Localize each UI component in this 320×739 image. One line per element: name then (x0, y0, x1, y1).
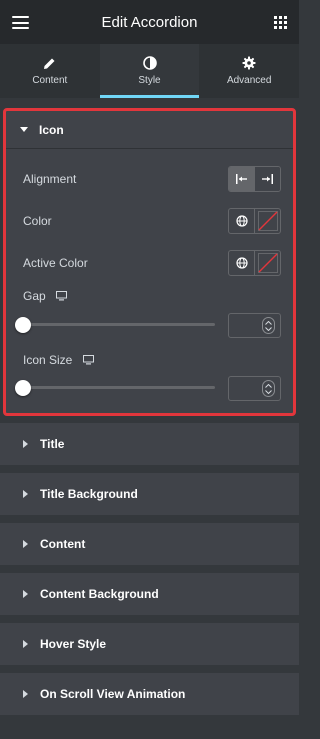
global-colors-button[interactable] (229, 251, 255, 275)
color-label: Color (23, 214, 52, 228)
align-right-button[interactable] (254, 167, 280, 191)
gap-slider-track[interactable] (23, 323, 215, 326)
tab-content-label: Content (32, 75, 68, 86)
pencil-icon (43, 56, 57, 70)
section-label: Title (40, 437, 65, 451)
grid-icon[interactable] (274, 16, 287, 29)
section-label: Content Background (40, 587, 159, 601)
align-left-button[interactable] (229, 167, 255, 191)
panel-header: Edit Accordion (0, 0, 299, 44)
tab-style-label: Style (138, 75, 161, 86)
alignment-label: Alignment (23, 172, 77, 186)
color-control (228, 208, 281, 234)
gap-label: Gap (23, 289, 46, 303)
icon-section: Icon Alignment Color Active Color Gap Ic… (3, 108, 296, 416)
tab-style[interactable]: Style (99, 44, 200, 98)
spinner-icon[interactable] (262, 380, 275, 397)
globe-icon (235, 215, 248, 227)
align-right-icon (262, 174, 274, 184)
align-left-icon (235, 174, 247, 184)
panel-title: Edit Accordion (101, 13, 198, 31)
caret-right-icon (23, 640, 28, 648)
icon-size-slider-track[interactable] (23, 386, 215, 389)
section-label: Hover Style (40, 637, 107, 651)
caret-right-icon (23, 440, 28, 448)
icon-size-input[interactable] (228, 376, 281, 401)
caret-right-icon (23, 490, 28, 498)
active-color-label: Active Color (23, 256, 88, 270)
tab-advanced-label: Advanced (226, 75, 272, 86)
gear-icon (242, 56, 256, 70)
desktop-icon[interactable] (56, 291, 67, 301)
section-title[interactable]: Title (0, 423, 299, 465)
no-color-icon (257, 211, 278, 231)
section-label: On Scroll View Animation (40, 687, 186, 701)
hamburger-icon[interactable] (12, 16, 29, 29)
active-color-swatch[interactable] (255, 251, 280, 275)
tab-advanced[interactable]: Advanced (199, 44, 299, 98)
gap-slider-handle[interactable] (15, 317, 31, 333)
active-color-control (228, 250, 281, 276)
section-on-scroll-view-animation[interactable]: On Scroll View Animation (0, 673, 299, 715)
icon-section-title: Icon (39, 122, 64, 137)
desktop-icon[interactable] (83, 355, 94, 365)
panel-tabs: Content Style Advanced (0, 44, 299, 98)
spinner-icon[interactable] (262, 317, 275, 334)
alignment-control (228, 166, 281, 192)
gap-input[interactable] (228, 313, 281, 338)
caret-right-icon (23, 540, 28, 548)
section-title-background[interactable]: Title Background (0, 473, 299, 515)
no-color-icon (257, 253, 278, 273)
color-swatch[interactable] (255, 209, 280, 233)
globe-icon (235, 257, 248, 269)
caret-right-icon (23, 590, 28, 598)
section-hover-style[interactable]: Hover Style (0, 623, 299, 665)
icon-size-slider-handle[interactable] (15, 380, 31, 396)
contrast-icon (142, 56, 157, 70)
icon-size-label: Icon Size (23, 353, 73, 367)
section-label: Title Background (40, 487, 138, 501)
caret-right-icon (23, 690, 28, 698)
tab-content[interactable]: Content (0, 44, 100, 98)
icon-section-header[interactable]: Icon (6, 111, 293, 149)
caret-down-icon (20, 127, 28, 132)
section-label: Content (40, 537, 86, 551)
global-colors-button[interactable] (229, 209, 255, 233)
section-content-background[interactable]: Content Background (0, 573, 299, 615)
section-content[interactable]: Content (0, 523, 299, 565)
